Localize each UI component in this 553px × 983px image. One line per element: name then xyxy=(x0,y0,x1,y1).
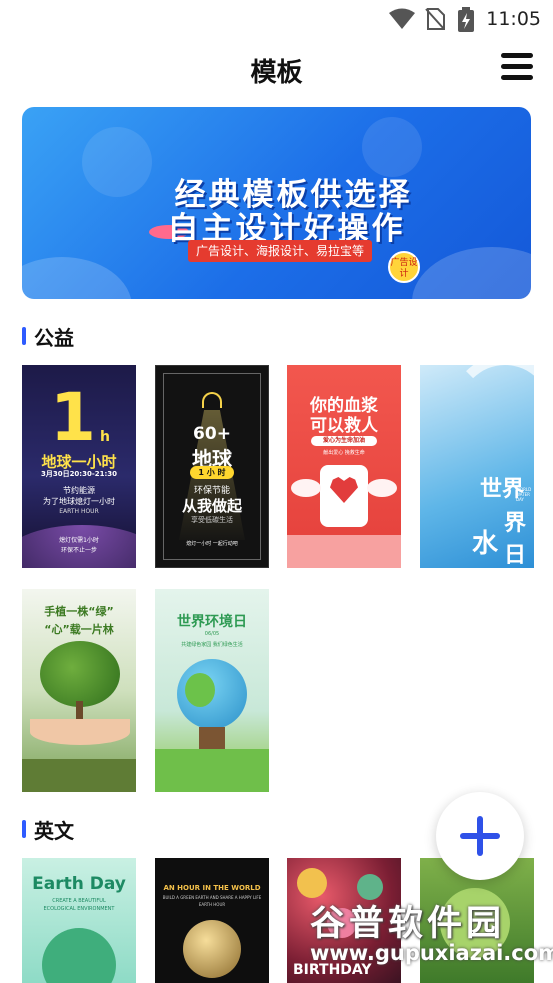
template-tile[interactable]: 世界 水 界 日 WORLD WATER DAY xyxy=(420,365,534,568)
tile-text: 献出爱心 挽救生命 xyxy=(323,450,365,456)
section-header-english: 英文 xyxy=(22,815,74,843)
tile-text: 熄灯仅需1小时 xyxy=(59,537,99,544)
globe-illustration xyxy=(183,920,241,978)
status-bar: 11:05 xyxy=(0,0,553,38)
tile-title: 可以救人 xyxy=(310,416,378,436)
tile-title: Earth Day xyxy=(32,874,126,894)
section-label: 英文 xyxy=(34,818,74,843)
section-label: 公益 xyxy=(34,325,74,350)
tile-title: 手植一株“绿” xyxy=(44,605,114,618)
status-time: 11:05 xyxy=(486,8,541,30)
section-marker xyxy=(22,820,26,838)
tile-text: 环保不止一步 xyxy=(60,547,97,554)
tile-text: 为了地球熄灯一小时 xyxy=(43,497,115,506)
template-tile[interactable]: 1 h 地球一小时 3月30日20:30-21:30 节约能源 为了地球熄灯一小… xyxy=(22,365,136,568)
template-tile[interactable]: 手植一株“绿” “心”载一片林 xyxy=(22,589,136,792)
tile-text: BUILD A GREEN EARTH AND SHARE A HAPPY LI… xyxy=(162,895,262,900)
tile-title: BIRTHDAY xyxy=(293,962,372,978)
tree-illustration xyxy=(40,641,120,707)
tile-title: AN HOUR IN THE WORLD xyxy=(163,884,261,892)
tile-title: “心”载一片林 xyxy=(44,623,114,636)
tile-text: 享受低碳生活 xyxy=(191,516,233,524)
section-marker xyxy=(22,327,26,345)
template-tile[interactable]: 世界环境日 06/05 共建绿色家园 我们绿色生活 xyxy=(155,589,269,792)
tile-text: WORLD WATER DAY xyxy=(516,487,532,502)
tile-title: 世界环境日 xyxy=(177,614,247,630)
tile-date: 06/05 xyxy=(204,631,220,637)
page-title: 模板 xyxy=(250,58,303,88)
tile-text: EARTH HOUR xyxy=(59,508,99,515)
tile-title: 界 xyxy=(504,511,527,536)
lamp-icon xyxy=(202,392,222,408)
no-sim-icon xyxy=(425,8,445,30)
tile-date: 3月30日20:30-21:30 xyxy=(40,470,118,478)
promo-banner[interactable]: 广告设计 经典模板供选择 自主设计好操作 广告设计、海报设计、易拉宝等 xyxy=(22,107,531,299)
tile-title: 日 xyxy=(504,543,527,568)
add-template-button[interactable] xyxy=(436,792,524,880)
wifi-icon xyxy=(389,8,415,29)
template-tile[interactable]: 60+ 地球 1 小 时 环保节能 从我做起 享受低碳生活 熄灯一小时 一起行动… xyxy=(155,365,269,568)
tile-text: 熄灯一小时 一起行动吧 xyxy=(186,541,238,547)
hands-illustration xyxy=(30,719,130,745)
tile-unit: h xyxy=(100,429,110,445)
template-tile[interactable]: AN HOUR IN THE WORLD BUILD A GREEN EARTH… xyxy=(155,858,269,983)
tile-text: 从我做起 xyxy=(181,497,242,515)
tile-text: 共建绿色家园 我们绿色生活 xyxy=(181,642,243,648)
template-tile[interactable]: BIRTHDAY xyxy=(287,858,401,983)
tile-text: ECOLOGICAL ENVIRONMENT xyxy=(43,906,115,912)
banner-ribbon: 广告设计、海报设计、易拉宝等 xyxy=(188,240,372,262)
app-bar: 模板 xyxy=(0,38,553,98)
tile-big-number: 60+ xyxy=(193,424,231,444)
section-header-public-welfare: 公益 xyxy=(22,322,74,350)
tile-badge: 爱心为生命加油 xyxy=(311,436,377,446)
tile-text: 节约能源 xyxy=(63,486,95,495)
template-tile[interactable]: Earth Day CREATE A BEAUTIFUL ECOLOGICAL … xyxy=(22,858,136,983)
tile-title: 水 xyxy=(472,529,499,559)
menu-icon[interactable] xyxy=(501,53,533,81)
tile-text: EARTH HOUR xyxy=(198,902,226,907)
tile-text: CREATE A BEAUTIFUL xyxy=(52,898,106,904)
battery-charging-icon xyxy=(458,7,474,32)
template-tile[interactable]: 你的血浆 可以救人 爱心为生命加油 献出爱心 挽救生命 xyxy=(287,365,401,568)
banner-badge: 广告设计 xyxy=(388,251,420,283)
tile-big-number: 1 xyxy=(50,379,96,456)
tile-badge: 1 小 时 xyxy=(190,466,234,479)
